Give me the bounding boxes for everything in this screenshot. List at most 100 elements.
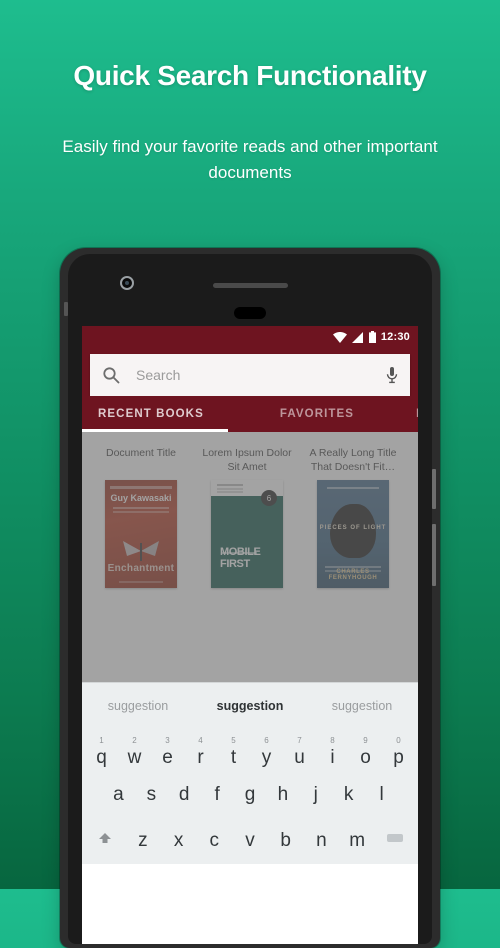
- phone-screen: 12:30 Search RECENT BOOKS FAVORITES sugg…: [82, 326, 418, 944]
- key-label: u: [294, 747, 305, 768]
- key-number: 2: [132, 736, 137, 745]
- key-label: t: [230, 747, 237, 768]
- key-a[interactable]: a: [102, 782, 135, 818]
- key-q[interactable]: 1q: [85, 736, 118, 772]
- key-n[interactable]: n: [304, 828, 340, 864]
- status-bar: 12:30: [82, 326, 418, 348]
- key-label: k: [343, 784, 354, 805]
- phone-power-button[interactable]: [432, 469, 436, 509]
- key-label: y: [261, 747, 272, 768]
- key-number: 4: [198, 736, 203, 745]
- key-label: f: [214, 784, 220, 805]
- key-number: 8: [330, 736, 335, 745]
- key-v[interactable]: v: [232, 828, 268, 864]
- on-screen-keyboard: 1q 2w 3e 4r 5t 6y 7u 8i 9o 0p a s d f g: [82, 728, 418, 864]
- key-label: s: [146, 784, 157, 805]
- key-l[interactable]: l: [365, 782, 398, 818]
- tab-favorites[interactable]: FAVORITES: [204, 396, 354, 432]
- app-bar: Search: [82, 348, 418, 396]
- key-label: g: [244, 784, 256, 805]
- key-u[interactable]: 7u: [283, 736, 316, 772]
- signal-icon: [351, 331, 363, 343]
- tab-documents[interactable]: D: [354, 396, 418, 432]
- key-label: q: [96, 747, 107, 768]
- key-label: v: [245, 830, 255, 851]
- key-c[interactable]: c: [196, 828, 232, 864]
- key-label: c: [209, 830, 220, 851]
- promo-header: Quick Search Functionality Easily find y…: [0, 0, 500, 187]
- backspace-icon: [387, 834, 404, 842]
- key-label: h: [277, 784, 289, 805]
- key-m[interactable]: m: [339, 828, 375, 864]
- status-bar-clock: 12:30: [380, 331, 410, 343]
- microphone-icon[interactable]: [386, 366, 398, 384]
- key-label: l: [379, 784, 384, 805]
- key-h[interactable]: h: [266, 782, 299, 818]
- key-x[interactable]: x: [161, 828, 197, 864]
- keyboard-row-1: 1q 2w 3e 4r 5t 6y 7u 8i 9o 0p: [85, 736, 415, 772]
- key-s[interactable]: s: [135, 782, 168, 818]
- tab-bar: RECENT BOOKS FAVORITES D: [82, 396, 418, 432]
- key-r[interactable]: 4r: [184, 736, 217, 772]
- key-number: 3: [165, 736, 170, 745]
- promo-subtitle: Easily find your favorite reads and othe…: [62, 137, 438, 183]
- phone-volume-button[interactable]: [432, 524, 436, 586]
- content-area: Document Title Guy Kawasaki Enchantment: [82, 432, 418, 682]
- search-bar[interactable]: Search: [90, 354, 410, 396]
- content-scrim-overlay[interactable]: [82, 432, 418, 682]
- keyboard-row-2: a s d f g h j k l: [85, 782, 415, 818]
- search-icon[interactable]: [102, 366, 120, 384]
- key-t[interactable]: 5t: [217, 736, 250, 772]
- key-k[interactable]: k: [332, 782, 365, 818]
- key-label: e: [162, 747, 173, 768]
- shift-icon: [98, 833, 111, 843]
- key-i[interactable]: 8i: [316, 736, 349, 772]
- phone-top-bezel: [68, 254, 432, 326]
- key-p[interactable]: 0p: [382, 736, 415, 772]
- phone-mockup: 12:30 Search RECENT BOOKS FAVORITES sugg…: [60, 248, 440, 948]
- suggestion-item[interactable]: suggestion: [82, 699, 194, 713]
- page-title: Quick Search Functionality: [73, 60, 427, 91]
- key-e[interactable]: 3e: [151, 736, 184, 772]
- key-label: z: [138, 830, 148, 851]
- key-number: 9: [363, 736, 368, 745]
- phone-body: 12:30 Search RECENT BOOKS FAVORITES sugg…: [64, 254, 436, 944]
- key-j[interactable]: j: [299, 782, 332, 818]
- key-o[interactable]: 9o: [349, 736, 382, 772]
- key-number: 1: [99, 736, 104, 745]
- key-w[interactable]: 2w: [118, 736, 151, 772]
- search-input[interactable]: Search: [136, 367, 386, 383]
- shift-key[interactable]: [85, 828, 125, 864]
- front-camera-icon: [120, 276, 134, 290]
- key-label: a: [113, 784, 124, 805]
- key-g[interactable]: g: [234, 782, 267, 818]
- key-f[interactable]: f: [201, 782, 234, 818]
- key-number: 6: [264, 736, 269, 745]
- wifi-icon: [332, 331, 347, 343]
- key-label: j: [313, 784, 318, 805]
- key-label: x: [173, 830, 184, 851]
- phone-left-button[interactable]: [64, 302, 68, 316]
- key-label: w: [127, 747, 142, 768]
- battery-icon: [368, 331, 376, 343]
- keyboard-row-3: z x c v b n m: [85, 828, 415, 864]
- key-label: r: [197, 747, 204, 768]
- earpiece-speaker: [213, 283, 288, 288]
- key-label: m: [349, 830, 366, 851]
- key-label: o: [360, 747, 371, 768]
- suggestion-bar: suggestion suggestion suggestion: [82, 682, 418, 728]
- key-number: 5: [231, 736, 236, 745]
- key-label: b: [280, 830, 292, 851]
- key-z[interactable]: z: [125, 828, 161, 864]
- key-y[interactable]: 6y: [250, 736, 283, 772]
- backspace-key[interactable]: [375, 828, 415, 864]
- proximity-sensor: [234, 307, 266, 319]
- tab-recent-books[interactable]: RECENT BOOKS: [82, 396, 204, 432]
- key-d[interactable]: d: [168, 782, 201, 818]
- key-label: d: [178, 784, 190, 805]
- key-b[interactable]: b: [268, 828, 304, 864]
- suggestion-item[interactable]: suggestion: [194, 699, 306, 713]
- key-number: 7: [297, 736, 302, 745]
- key-number: 0: [396, 736, 401, 745]
- suggestion-item[interactable]: suggestion: [306, 699, 418, 713]
